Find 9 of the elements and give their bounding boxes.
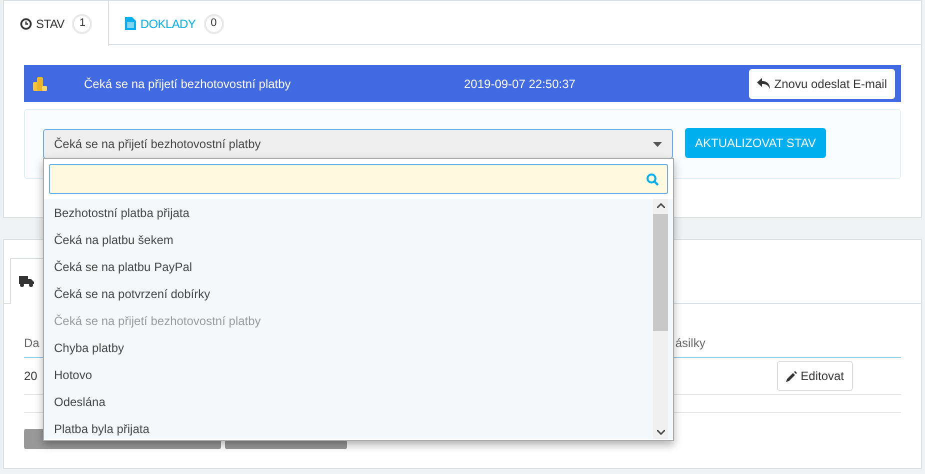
count-badge: 0 <box>204 14 224 34</box>
tab-label: STAV <box>36 16 64 32</box>
tab-label: DOKLADY <box>140 16 196 32</box>
status-date: 2019-09-07 22:50:37 <box>464 76 576 92</box>
column-header: ásilky <box>675 335 706 352</box>
table-cell-text: 20 <box>24 368 38 385</box>
count-badge: 1 <box>72 14 92 34</box>
status-label: Čeká se na přijetí bezhotovostní platby <box>84 76 292 92</box>
column-header: Da <box>24 335 40 352</box>
